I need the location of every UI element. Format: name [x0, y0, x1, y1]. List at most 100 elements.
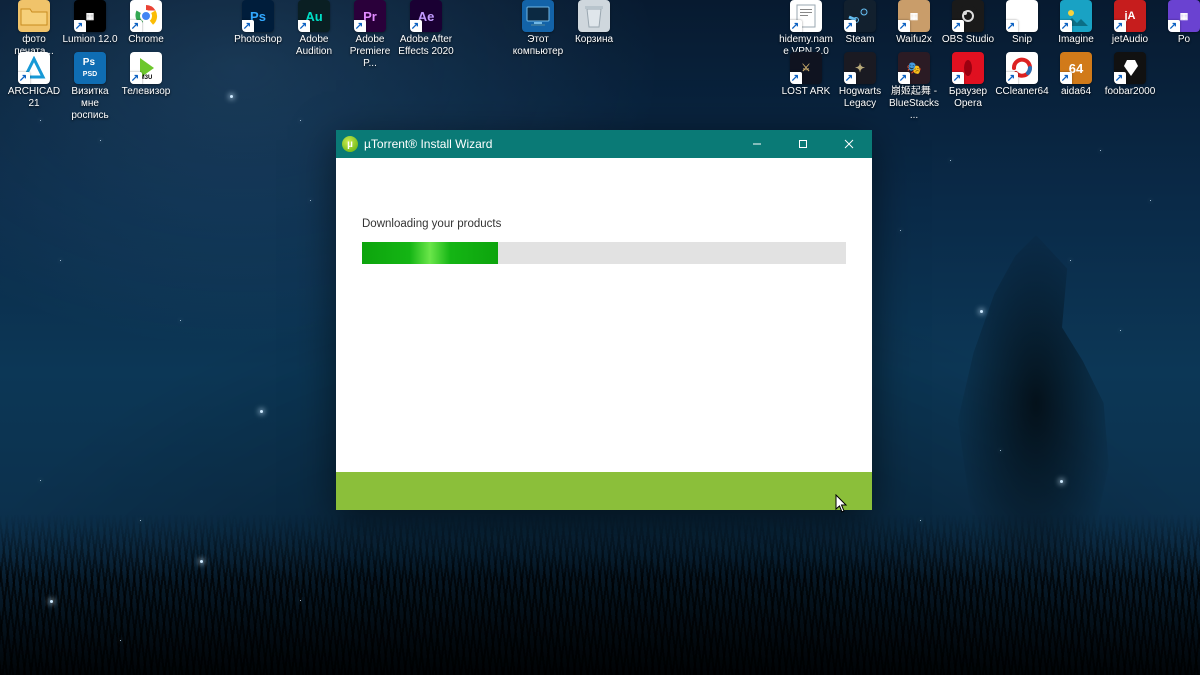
desktop-shortcut[interactable]: ↗ Steam — [832, 0, 888, 46]
au-icon: Au↗ — [298, 0, 330, 32]
img-icon: ↗ — [1060, 0, 1092, 32]
desktop-shortcut[interactable]: 🎭↗崩姬起舞 - BlueStacks ... — [886, 52, 942, 122]
shortcut-arrow-icon: ↗ — [790, 72, 802, 84]
desktop-shortcut[interactable] — [174, 0, 230, 34]
desktop-shortcut[interactable]: ▦↗ Waifu2x — [886, 0, 942, 46]
chrome-icon: ↗ — [130, 0, 162, 32]
folder-icon — [18, 0, 50, 32]
close-button[interactable] — [826, 130, 872, 158]
utorrent-logo-icon: µ — [342, 136, 358, 152]
desktop-shortcut-label: Chrome — [118, 34, 174, 46]
desktop-shortcut[interactable]: ↗CCleaner64 — [994, 52, 1050, 98]
shortcut-arrow-icon: ↗ — [18, 72, 30, 84]
app-icon: ▦↗ — [1006, 0, 1038, 32]
shortcut-arrow-icon: ↗ — [1060, 72, 1072, 84]
desktop-shortcut[interactable]: Корзина — [566, 0, 622, 46]
desktop-shortcut[interactable]: ↗ OBS Studio — [940, 0, 996, 46]
shortcut-arrow-icon: ↗ — [130, 20, 142, 32]
hl-icon: ✦↗ — [844, 52, 876, 84]
desktop-shortcut-label: Телевизор — [118, 86, 174, 98]
desktop-shortcut-label: Adobe After Effects 2020 — [398, 34, 454, 58]
shortcut-arrow-icon: ↗ — [354, 20, 366, 32]
titlebar[interactable]: µ µTorrent® Install Wizard — [336, 130, 872, 158]
opera-icon: ↗ — [952, 52, 984, 84]
desktop-shortcut[interactable]: Ps↗Photoshop — [230, 0, 286, 46]
desktop-shortcut[interactable]: PsPSDВизитка мне роспись — [62, 52, 118, 122]
desktop-shortcut[interactable]: ↗ Браузер Opera — [940, 52, 996, 110]
installer-footer — [336, 472, 872, 510]
shortcut-arrow-icon: ↗ — [844, 20, 856, 32]
desktop-shortcut[interactable]: jA↗jetAudio — [1102, 0, 1158, 46]
doc-icon: ↗ — [790, 0, 822, 32]
desktop-shortcut-label: Waifu2x — [886, 34, 942, 46]
desktop-shortcut[interactable]: ↗ ARCHICAD 21 — [6, 52, 62, 110]
shortcut-arrow-icon: ↗ — [298, 20, 310, 32]
la-icon: ⚔↗ — [790, 52, 822, 84]
desktop-shortcut[interactable]: ▦↗ Snip — [994, 0, 1050, 46]
progress-fill — [362, 242, 498, 264]
ae-icon: Ae↗ — [410, 0, 442, 32]
desktop-shortcut-label: Браузер Opera — [940, 86, 996, 110]
shortcut-arrow-icon: ↗ — [844, 72, 856, 84]
shortcut-arrow-icon: ↗ — [790, 20, 802, 32]
desktop-shortcut-label: foobar2000 — [1102, 86, 1158, 98]
desktop-shortcut[interactable]: ↗ Imagine — [1048, 0, 1104, 46]
desktop-shortcut[interactable]: Pr↗Adobe Premiere P... — [342, 0, 398, 70]
psd-icon: PsPSD — [74, 52, 106, 84]
desktop-shortcut-label: Imagine — [1048, 34, 1104, 46]
shortcut-arrow-icon: ↗ — [242, 20, 254, 32]
shortcut-arrow-icon: ↗ — [1114, 20, 1126, 32]
window-title: µTorrent® Install Wizard — [364, 137, 492, 151]
desktop-shortcut[interactable]: M3U↗Телевизор — [118, 52, 174, 98]
desktop-shortcut[interactable]: ↗hidemy.name VPN 2.0 — [778, 0, 834, 58]
jet-icon: jA↗ — [1114, 0, 1146, 32]
desktop-shortcut-label: Snip — [994, 34, 1050, 46]
shortcut-arrow-icon: ↗ — [898, 72, 910, 84]
desktop-shortcut-label: Steam — [832, 34, 888, 46]
desktop-shortcut[interactable]: ▦↗ Lumion 12.0 — [62, 0, 118, 46]
status-text: Downloading your products — [362, 218, 846, 230]
shortcut-arrow-icon: ↗ — [898, 20, 910, 32]
shortcut-arrow-icon: ↗ — [1114, 72, 1126, 84]
desktop-shortcut[interactable]: Этот компьютер — [510, 0, 566, 58]
aida-icon: 64↗ — [1060, 52, 1092, 84]
app-icon: ▦↗ — [898, 0, 930, 32]
steam-icon: ↗ — [844, 0, 876, 32]
desktop-shortcut-label: ARCHICAD 21 — [6, 86, 62, 110]
desktop-shortcut[interactable]: ↗ Chrome — [118, 0, 174, 46]
desktop-shortcut-label: Визитка мне роспись — [62, 86, 118, 122]
desktop-shortcut[interactable]: фото печата... — [6, 0, 62, 58]
desktop-shortcut-label: Hogwarts Legacy — [832, 86, 888, 110]
shortcut-arrow-icon: ↗ — [74, 20, 86, 32]
cc-icon: ↗ — [1006, 52, 1038, 84]
bs-icon: 🎭↗ — [898, 52, 930, 84]
installer-body: Downloading your products — [336, 158, 872, 472]
progress-bar — [362, 242, 846, 264]
shortcut-arrow-icon: ↗ — [952, 20, 964, 32]
desktop-shortcut[interactable]: ✦↗Hogwarts Legacy — [832, 52, 888, 110]
desktop-shortcut[interactable]: Ae↗Adobe After Effects 2020 — [398, 0, 454, 58]
ac-icon: ↗ — [18, 52, 50, 84]
maximize-button[interactable] — [780, 130, 826, 158]
desktop-shortcut-label: Корзина — [566, 34, 622, 46]
desktop-shortcut-label: Photoshop — [230, 34, 286, 46]
shortcut-arrow-icon: ↗ — [1006, 20, 1018, 32]
desktop-shortcut[interactable]: 64↗ aida64 — [1048, 52, 1104, 98]
desktop-shortcut[interactable]: ↗ foobar2000 — [1102, 52, 1158, 98]
desktop-shortcut-label: Lumion 12.0 — [62, 34, 118, 46]
app-icon: ▦↗ — [74, 0, 106, 32]
desktop-shortcut-label: Adobe Premiere P... — [342, 34, 398, 70]
shortcut-arrow-icon: ↗ — [1006, 72, 1018, 84]
desktop-shortcut[interactable] — [454, 0, 510, 34]
pr-icon: Pr↗ — [354, 0, 386, 32]
desktop-shortcut-label: OBS Studio — [940, 34, 996, 46]
desktop-shortcut[interactable]: Au↗Adobe Audition — [286, 0, 342, 58]
desktop-shortcut[interactable]: ▦↗Po — [1156, 0, 1200, 46]
shortcut-arrow-icon: ↗ — [952, 72, 964, 84]
desktop-shortcut-label: aida64 — [1048, 86, 1104, 98]
shortcut-arrow-icon: ↗ — [1060, 20, 1072, 32]
desktop-shortcut-label: Этот компьютер — [510, 34, 566, 58]
fb-icon: ↗ — [1114, 52, 1146, 84]
minimize-button[interactable] — [734, 130, 780, 158]
desktop-shortcut[interactable]: ⚔↗LOST ARK — [778, 52, 834, 98]
